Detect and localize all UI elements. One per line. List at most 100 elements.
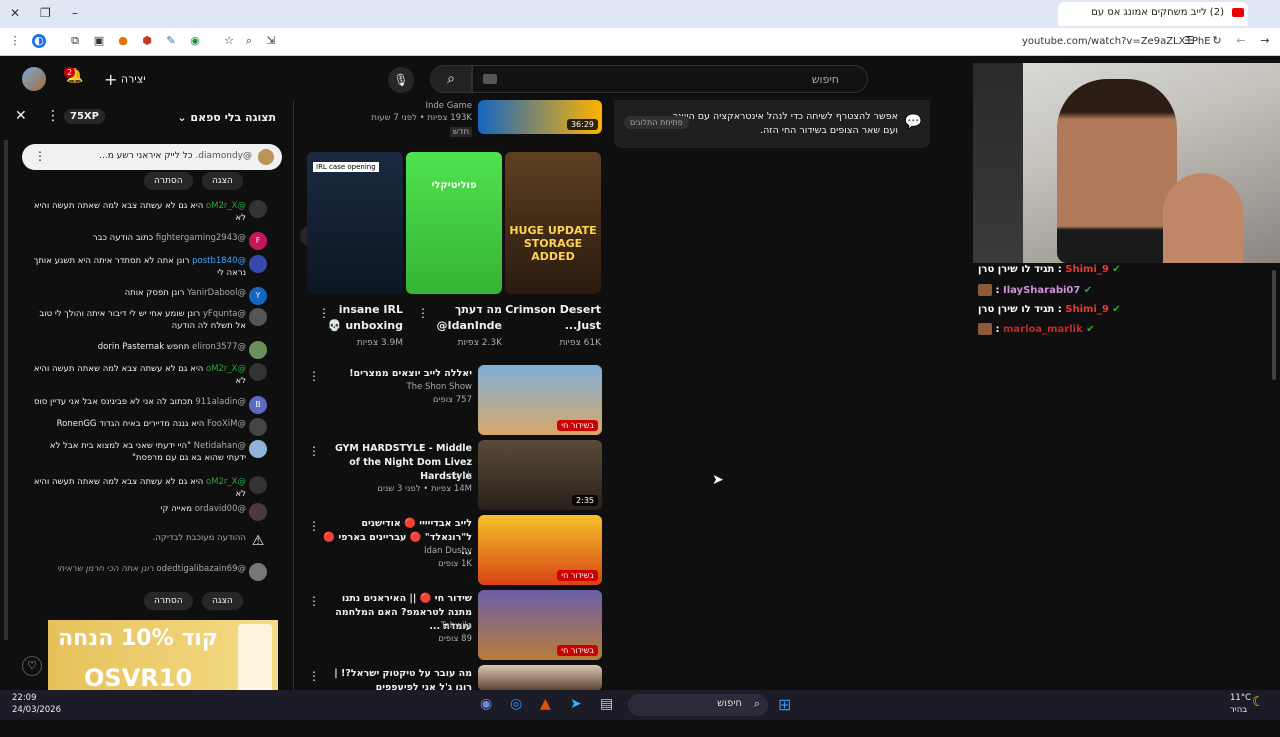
video-menu-icon[interactable]: ⋮ xyxy=(308,444,320,458)
chat-message[interactable]: @oM2r_X היא גם לא עשתה צבא למה שאתה תעשה… xyxy=(0,476,284,500)
short-title-3[interactable]: insane IRL unboxing 💀 xyxy=(307,302,403,334)
chat-author[interactable]: @Netidahan xyxy=(194,441,246,451)
chat-message[interactable]: @oM2r_X היא גם לא עשתה צבא למה שאתה תעשה… xyxy=(0,200,284,224)
avatar[interactable] xyxy=(249,341,267,359)
chat-message[interactable]: @FooXiM היא גננה מדיירים באיח הגדוד Rone… xyxy=(0,418,284,436)
chat-scrollbar[interactable] xyxy=(4,140,8,640)
zoom-icon[interactable]: ⌕ xyxy=(242,34,256,48)
close-chat-icon[interactable]: ✕ xyxy=(15,108,27,124)
avatar[interactable] xyxy=(249,255,267,273)
video-thumbnail[interactable]: 36:29 xyxy=(478,100,602,134)
show-button[interactable]: הצגה xyxy=(202,172,243,190)
avatar[interactable] xyxy=(249,200,267,218)
chat-message[interactable]: @yFqunta רונן שומע אחי יש לי דיבור איתה … xyxy=(0,308,284,332)
show-held-button[interactable]: הצגה xyxy=(202,592,243,610)
pinned-menu-icon[interactable]: ⋮ xyxy=(34,149,46,163)
avatar[interactable] xyxy=(249,363,267,381)
clock-date[interactable]: 24/03/2026 xyxy=(12,705,61,715)
video-thumbnail[interactable]: 2:35 xyxy=(478,440,602,510)
short-title-2[interactable]: מה דעתך IdanInde@ xyxy=(406,302,502,334)
profile-icon[interactable]: ◐ xyxy=(32,34,46,48)
chat-author[interactable]: @ordavid00 xyxy=(195,504,246,514)
chat-message[interactable]: B @911aladin תכתוב לה אני לא פביגינס אבל … xyxy=(0,396,284,414)
weather-temp[interactable]: 11°C xyxy=(1230,693,1251,703)
avatar[interactable]: B xyxy=(249,396,267,414)
extension-icon[interactable]: ● xyxy=(116,34,130,48)
chat-author[interactable]: @eliron3577 xyxy=(192,342,246,352)
create-button[interactable]: + יצירה xyxy=(104,70,146,89)
channel-name[interactable]: Lyck xyxy=(322,470,472,483)
chat-message[interactable]: @Netidahan "היי ידעתי שאני בא למצוא בית … xyxy=(0,440,284,464)
restore-window-icon[interactable]: ❐ xyxy=(40,6,51,20)
avatar[interactable] xyxy=(249,476,267,494)
chat-message[interactable]: Y @YanirDabool רונן תפסק אותה xyxy=(0,287,284,305)
related-video-top[interactable]: 36:29 Inde Game 193K צפיות • לפני 7 שעות… xyxy=(300,100,602,137)
video-menu-icon[interactable]: ⋮ xyxy=(308,594,320,608)
search-button[interactable]: ⌕ xyxy=(430,65,472,93)
chat-message[interactable]: @eliron3577 תחפש dorin Pasternak xyxy=(0,341,284,359)
video-thumbnail[interactable]: בשידור חי xyxy=(478,365,602,435)
extensions-icon[interactable]: ⧉ xyxy=(68,34,82,48)
avatar[interactable] xyxy=(249,308,267,326)
translate-icon[interactable]: ✎ xyxy=(164,34,178,48)
chat-author[interactable]: @fightergaming2943 xyxy=(156,233,246,243)
video-menu-icon[interactable]: ⋮ xyxy=(308,519,320,533)
channel-name[interactable]: Tahwila xyxy=(322,620,472,633)
keyboard-icon[interactable] xyxy=(483,74,497,84)
grammar-icon[interactable]: ◉ xyxy=(188,34,202,48)
heart-reaction-icon[interactable]: ♡ xyxy=(22,656,42,676)
chat-author[interactable]: @postb1840 xyxy=(192,256,246,266)
avatar[interactable] xyxy=(22,67,46,91)
page-scrollbar[interactable] xyxy=(1272,270,1276,380)
minimize-window-icon[interactable]: – xyxy=(72,6,78,20)
tab-search-icon[interactable]: ▣ xyxy=(92,34,106,48)
video-thumbnail[interactable] xyxy=(478,665,602,691)
avatar[interactable]: Y xyxy=(249,287,267,305)
site-settings-icon[interactable]: ☰ xyxy=(1182,34,1196,48)
telegram-icon[interactable]: ➤ xyxy=(570,696,582,712)
menu-dots-icon[interactable]: ⋮ xyxy=(8,34,22,48)
related-video[interactable]: 2:35 GYM HARDSTYLE - Middle of the Night … xyxy=(300,440,602,512)
voice-search-mic-icon[interactable]: 🎙 xyxy=(388,67,414,93)
avatar[interactable] xyxy=(249,503,267,521)
short-thumbnail-1[interactable]: HUGE UPDATE STORAGE ADDED xyxy=(505,152,601,294)
chat-author[interactable]: @911aladin xyxy=(195,397,246,407)
related-video[interactable]: בשידור חי יאללה לייב יוצאים ממצרים! The Sh… xyxy=(300,365,602,437)
related-video[interactable]: בשידור חי שידור חי 🔴 || האיראנים נתנו מתנ… xyxy=(300,590,602,662)
xp-badge[interactable]: 75XP xyxy=(64,109,105,124)
search-input[interactable]: חיפוש xyxy=(472,65,868,93)
short-thumbnail-3[interactable]: IRL case opening xyxy=(307,152,403,294)
chat-author[interactable]: @oM2r_X xyxy=(206,201,246,211)
chat-message[interactable]: F @fightergaming2943 כתוב הודעה כבר xyxy=(0,232,284,250)
adblock-icon[interactable]: ⬢ xyxy=(140,34,154,48)
video-thumbnail[interactable]: בשידור חי xyxy=(478,515,602,585)
chat-message[interactable]: @ordavid00 מאייה קי xyxy=(0,503,284,521)
hide-held-button[interactable]: הסתרה xyxy=(144,592,193,610)
chat-author[interactable]: @yFqunta xyxy=(203,309,246,319)
chat-message[interactable]: @oM2r_X היא גם לא עשתה צבא למה שאתה תעשה… xyxy=(0,363,284,387)
related-video[interactable]: בשידור חי לייב אבדייייי 🔴 אודישנים ל"רונא… xyxy=(300,515,602,587)
close-window-icon[interactable]: ✕ xyxy=(10,6,20,20)
pinned-message[interactable]: @diamondy. כל לייק איראני רשע מ... ⋮ xyxy=(22,144,282,170)
app-icon[interactable]: ▲ xyxy=(540,696,551,712)
taskbar-search[interactable]: חיפוש ⌕ xyxy=(628,694,768,716)
short-title-1[interactable]: Crimson Desert Just... xyxy=(505,302,601,334)
chat-author[interactable]: @FooXiM xyxy=(207,419,246,429)
avatar[interactable]: F xyxy=(249,232,267,250)
chat-mode-selector[interactable]: תצוגה בלי ספאם ⌄ xyxy=(177,111,276,124)
short-thumbnail-2[interactable]: פוליטיקלי xyxy=(406,152,502,294)
file-explorer-icon[interactable]: ▤ xyxy=(600,696,613,712)
windows-start-icon[interactable]: ⊞ xyxy=(778,695,791,714)
avatar[interactable] xyxy=(249,440,267,458)
install-app-icon[interactable]: ⇲ xyxy=(264,34,278,48)
hide-button[interactable]: הסתרה xyxy=(144,172,193,190)
browser-tab-active[interactable]: ✕ (2) לייב משחקים אמונג אס עם xyxy=(1058,2,1248,26)
bookmark-star-icon[interactable]: ☆ xyxy=(222,34,236,48)
back-icon[interactable]: → xyxy=(1258,34,1272,48)
chat-menu-icon[interactable]: ⋮ xyxy=(46,108,60,124)
video-title[interactable]: יאללה לייב יוצאים ממצרים! xyxy=(322,367,472,381)
channel-name[interactable]: Idan Dushy xyxy=(322,545,472,558)
chat-message[interactable]: @postb1840 רונן אתה לא תסתדר איתה היא תש… xyxy=(0,255,284,279)
forward-icon[interactable]: ← xyxy=(1234,34,1248,48)
video-menu-icon[interactable]: ⋮ xyxy=(308,369,320,383)
